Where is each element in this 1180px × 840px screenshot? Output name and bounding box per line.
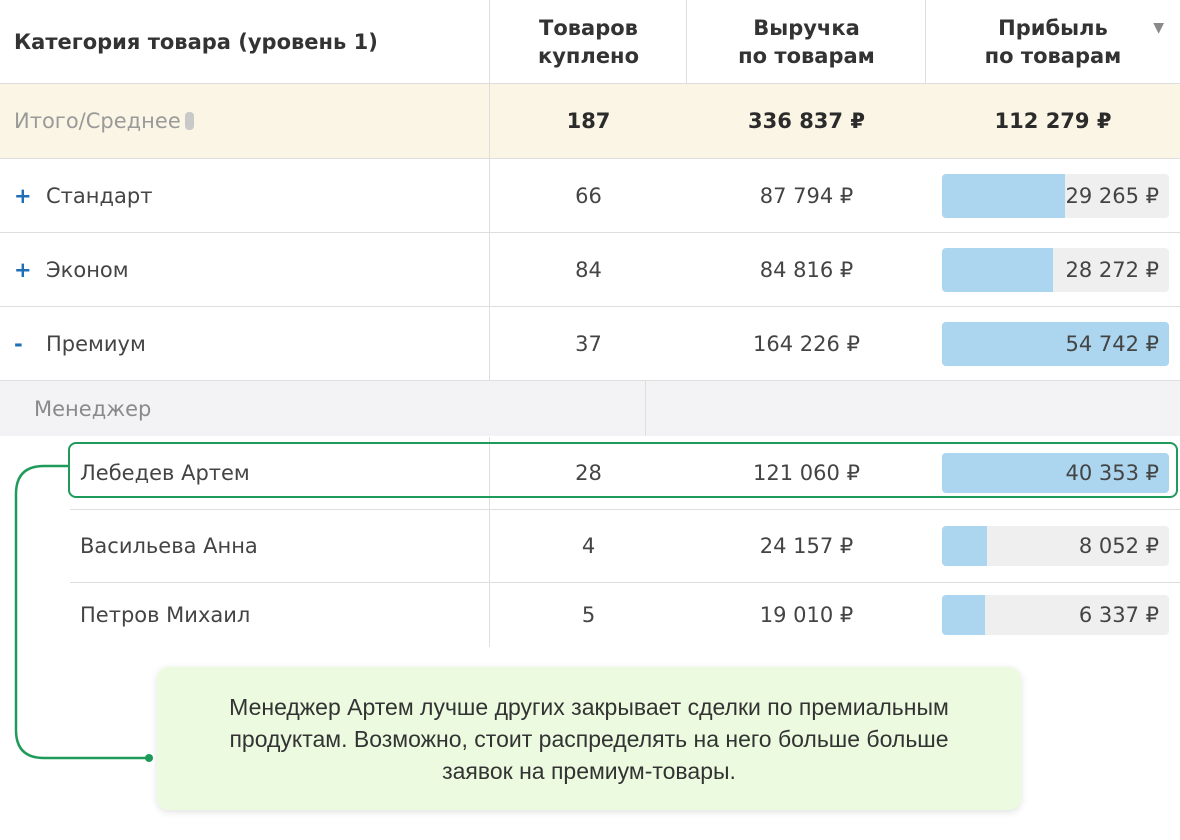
insight-callout: Менеджер Артем лучше других закрывает сд… <box>157 667 1021 810</box>
insight-text: Менеджер Артем лучше других закрывает сд… <box>229 693 949 784</box>
connector-arrow-tip <box>145 754 153 762</box>
connector-line <box>14 464 146 760</box>
